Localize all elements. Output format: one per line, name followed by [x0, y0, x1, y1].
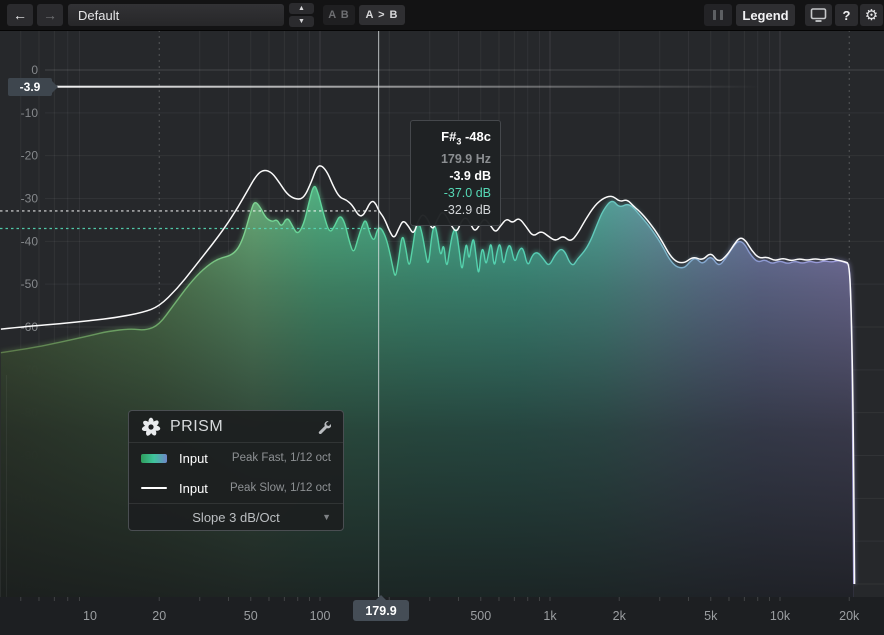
x-tick-label: 500	[470, 609, 491, 623]
back-arrow-icon: ←	[13, 7, 27, 23]
up-triangle-icon: ▲	[298, 5, 305, 12]
legend-row-peak-fast[interactable]: Input Peak Fast, 1/12 oct	[129, 443, 343, 473]
slope-dropdown[interactable]: Slope 3 dB/Oct ▼	[129, 503, 343, 530]
a-to-b-copy-button[interactable]: A > B	[359, 5, 405, 25]
y-tick-label: -40	[21, 234, 39, 248]
preset-dropdown[interactable]: Default	[68, 4, 284, 26]
cursor-tooltip: F#3 -48c 179.9 Hz -3.9 dB -37.0 dB -32.9…	[410, 120, 501, 226]
legend-toggle-button[interactable]: Legend	[736, 4, 795, 26]
x-tick-label: 10k	[770, 609, 791, 623]
x-tick-label: 20k	[839, 609, 860, 623]
slope-value: Slope 3 dB/Oct	[192, 509, 280, 525]
tooltip-level-main: -3.9 dB	[449, 168, 491, 183]
x-tick-label: 50	[244, 609, 258, 623]
peak-fast-name: Input	[179, 450, 208, 466]
back-arrow-button[interactable]: ←	[7, 4, 33, 26]
preset-step-up-button[interactable]: ▲	[289, 3, 314, 14]
spectrum-plot[interactable]: 0-10-20-30-40-50-60-70-80-90-100-110-120…	[0, 0, 884, 635]
peak-slow-mode: Peak Slow, 1/12 oct	[229, 482, 331, 494]
down-triangle-icon: ▼	[298, 18, 305, 25]
preset-step-down-button[interactable]: ▼	[289, 16, 314, 27]
x-tick-label: 2k	[613, 609, 627, 623]
gear-icon: ⚙	[864, 7, 879, 24]
frequency-axis-strip	[0, 597, 884, 635]
legend-panel-header: PRISM	[129, 411, 343, 443]
monitor-icon	[810, 8, 827, 22]
cursor-frequency-badge: 179.9	[353, 595, 409, 621]
ab-compare-button[interactable]: A B	[323, 5, 355, 25]
tooltip-note: F#3 -48c	[441, 129, 491, 147]
tooltip-level-fast: -37.0 dB	[443, 185, 491, 200]
x-tick-label: 5k	[704, 609, 718, 623]
help-button[interactable]: ?	[835, 4, 858, 26]
settings-button[interactable]: ⚙	[860, 4, 883, 26]
level-line[interactable]	[52, 85, 760, 88]
y-tick-label: -50	[21, 277, 39, 291]
preset-value: Default	[78, 7, 120, 23]
y-tick-label: -20	[21, 149, 39, 163]
peak-fast-swatch	[141, 453, 167, 463]
y-tick-label: -30	[21, 191, 39, 205]
tooltip-level-slow: -32.9 dB	[443, 202, 491, 217]
legend-row-peak-slow[interactable]: Input Peak Slow, 1/12 oct	[129, 473, 343, 503]
peak-slow-swatch	[141, 486, 167, 490]
wrench-icon	[318, 420, 331, 434]
plugin-title: PRISM	[170, 417, 224, 435]
pause-icon-bar2	[720, 10, 723, 20]
forward-arrow-icon: →	[43, 7, 57, 23]
prism-analyzer-window: 0-10-20-30-40-50-60-70-80-90-100-110-120…	[0, 0, 884, 635]
level-line-badge[interactable]: -3.9	[8, 78, 58, 96]
prism-logo-icon	[141, 417, 161, 436]
peak-fast-mode: Peak Fast, 1/12 oct	[231, 452, 331, 464]
y-tick-label: -10	[21, 106, 39, 120]
preset-stepper: ▲ ▼	[289, 3, 314, 27]
tooltip-frequency: 179.9 Hz	[440, 151, 491, 166]
y-tick-label: 0	[31, 63, 38, 77]
legend-panel: PRISM Input Peak Fast, 1/12 oct Input Pe…	[128, 410, 344, 531]
pause-icon	[713, 10, 716, 20]
forward-arrow-button[interactable]: →	[37, 4, 63, 26]
legend-settings-button[interactable]	[317, 420, 331, 434]
pause-button[interactable]	[704, 4, 732, 26]
display-settings-button[interactable]	[805, 4, 832, 26]
x-tick-label: 100	[310, 609, 331, 623]
x-tick-label: 1k	[543, 609, 557, 623]
toolbar: ← → Default ▲ ▼ A B A > B Legend ? ⚙	[0, 0, 884, 31]
dropdown-caret-icon: ▼	[322, 512, 331, 522]
x-tick-label: 10	[83, 609, 97, 623]
x-tick-label: 20	[152, 609, 166, 623]
peak-slow-name: Input	[179, 480, 208, 496]
